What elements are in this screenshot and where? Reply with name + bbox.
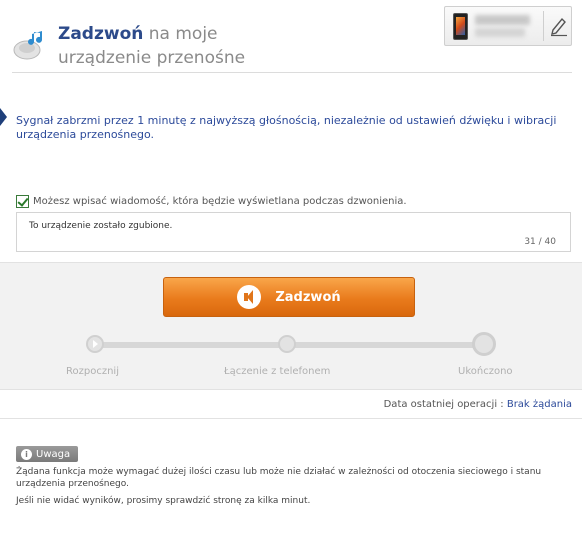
info-icon: i — [21, 448, 32, 460]
progress-step-done — [472, 332, 496, 356]
info-text: Sygnał zabrzmi przez 1 minutę z najwyższ… — [16, 114, 557, 141]
play-icon — [93, 340, 98, 348]
message-char-counter: 31 / 40 — [524, 237, 556, 247]
page-title-strong: Zadzwoń — [58, 24, 144, 44]
device-name-blurred — [475, 15, 530, 25]
ring-device-icon — [13, 31, 42, 60]
page-title: Zadzwoń na moje urządzenie przenośne — [58, 22, 298, 70]
speaker-icon — [237, 285, 262, 309]
call-section: Zadzwoń Rozpocznij Łączenie z telefonem … — [0, 262, 582, 390]
progress-label-connecting: Łączenie z telefonem — [224, 366, 331, 377]
info-arrow-icon — [0, 108, 7, 126]
last-operation-value: Brak żądania — [506, 399, 572, 410]
message-checkbox-row[interactable]: Możesz wpisać wiadomość, która będzie wy… — [16, 193, 407, 209]
message-input[interactable]: To urządzenie zostało zgubione. 31 / 40 — [16, 212, 571, 252]
phone-icon — [453, 13, 468, 40]
message-checkbox[interactable] — [16, 194, 29, 208]
progress-step-connecting — [278, 335, 296, 353]
page-header: Zadzwoń na moje urządzenie przenośne — [0, 0, 582, 74]
last-operation-label: Data ostatniej operacji : — [383, 399, 507, 410]
last-operation: Data ostatniej operacji : Brak żądania — [384, 399, 572, 410]
warning-text: Żądana funkcja może wymagać dużej ilości… — [16, 467, 542, 489]
call-button-label: Zadzwoń — [275, 289, 341, 305]
call-button[interactable]: Zadzwoń — [163, 277, 415, 317]
header-divider — [12, 72, 572, 73]
message-input-value: To urządzenie zostało zgubione. — [29, 221, 173, 231]
warning-badge: i Uwaga — [16, 446, 79, 462]
device-divider — [543, 11, 544, 41]
progress-step-start — [86, 335, 104, 353]
device-selector[interactable] — [444, 6, 572, 46]
last-operation-divider — [0, 418, 582, 419]
message-checkbox-label: Możesz wpisać wiadomość, która będzie wy… — [33, 195, 407, 207]
progress-label-start: Rozpocznij — [66, 366, 119, 377]
device-model-blurred — [475, 28, 525, 37]
progress-label-done: Ukończono — [458, 366, 513, 377]
warning-hint: Jeśli nie widać wyników, prosimy sprawdz… — [16, 496, 311, 506]
warning-badge-label: Uwaga — [36, 448, 71, 460]
edit-icon[interactable] — [549, 15, 569, 37]
